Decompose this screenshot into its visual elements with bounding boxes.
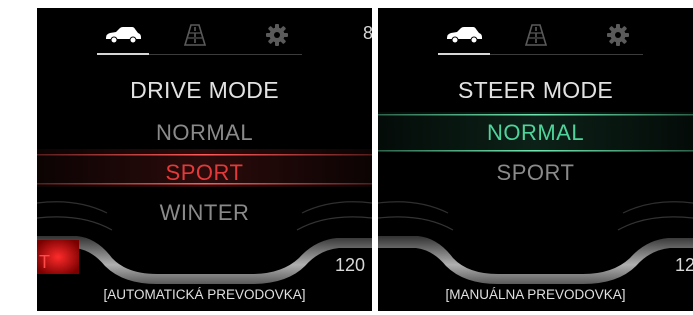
transmission-label: [MANUÁLNA PREVODOVKA]: [445, 287, 626, 302]
gear-icon: [266, 24, 288, 46]
road-icon: [184, 24, 206, 46]
option-winter[interactable]: WINTER: [37, 200, 372, 226]
tab-road[interactable]: [175, 20, 215, 50]
option-sport-selected[interactable]: SPORT: [37, 160, 372, 186]
option-sport[interactable]: SPORT: [378, 160, 693, 186]
gauge-right-value: 12: [675, 255, 693, 275]
road-icon: [525, 24, 547, 46]
corner-value: 8: [363, 23, 372, 43]
tab-vehicle[interactable]: [97, 20, 149, 50]
tab-settings[interactable]: [598, 20, 638, 50]
gauge-left-label: T: [39, 252, 50, 272]
active-tab-indicator: [438, 53, 490, 55]
drive-mode-screen: 8 DRIVE MODE NORMAL SPORT WINTER T 120 […: [37, 8, 372, 311]
transmission-label: [AUTOMATICKÁ PREVODOVKA]: [103, 287, 306, 302]
mode-tabs: [438, 20, 643, 56]
tab-vehicle[interactable]: [438, 20, 490, 50]
screen-title: DRIVE MODE: [130, 77, 279, 103]
option-normal-selected[interactable]: NORMAL: [378, 120, 693, 146]
option-normal[interactable]: NORMAL: [37, 120, 372, 146]
mode-tabs: [97, 20, 302, 56]
car-icon: [106, 27, 141, 44]
tab-settings[interactable]: [257, 20, 297, 50]
active-tab-indicator: [97, 53, 149, 55]
gauge-right-value: 120: [335, 255, 366, 275]
steer-mode-screen: STEER MODE NORMAL SPORT 12 [MANUÁLNA PRE…: [378, 8, 693, 311]
car-icon: [447, 27, 482, 44]
tab-road[interactable]: [516, 20, 556, 50]
screen-title: STEER MODE: [457, 77, 614, 103]
gear-icon: [607, 24, 629, 46]
